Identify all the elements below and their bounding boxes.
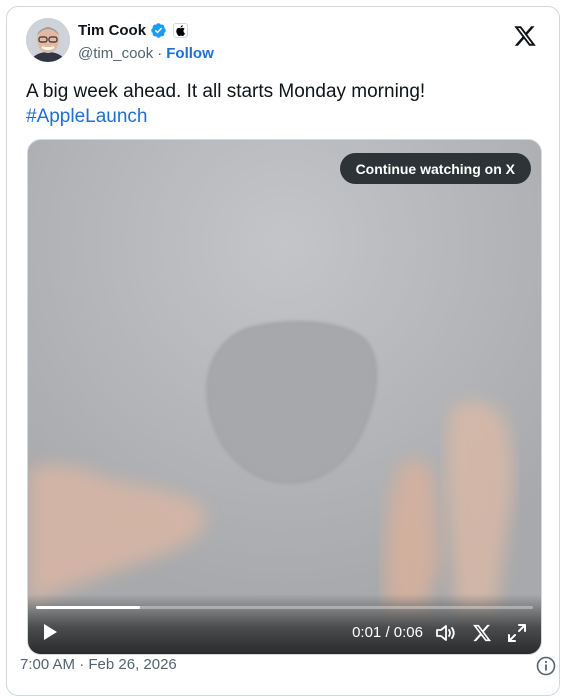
separator-dot: · [157,45,163,62]
author-name[interactable]: Tim Cook [78,22,146,39]
volume-icon[interactable] [435,623,457,643]
time-display: 0:01 / 0:06 [352,624,423,641]
continue-watching-button[interactable]: Continue watching on X [339,153,531,184]
time-separator: / [385,624,390,641]
video-frame [28,140,541,654]
tweet-body: A big week ahead. It all starts Monday m… [26,81,426,102]
tweet-header: Tim Cook @tim_cook · Follow [26,18,543,68]
play-icon[interactable] [40,622,60,642]
tweet-timestamp[interactable]: 7:00 AM · Feb 26, 2026 [20,656,177,673]
avatar[interactable] [26,18,70,62]
author-handle[interactable]: @tim_cook [78,45,153,62]
verified-badge-icon [151,23,166,38]
handle-row: @tim_cook · Follow [78,45,214,62]
x-logo-icon[interactable] [513,24,537,48]
video-controls: 0:01 / 0:06 [28,594,541,654]
fullscreen-icon[interactable] [507,623,527,643]
video-player[interactable]: Continue watching on X 0:01 / 0:06 [27,139,542,655]
name-row: Tim Cook [78,22,189,39]
current-time: 0:01 [352,624,382,641]
follow-button[interactable]: Follow [166,45,214,62]
tweet-text: A big week ahead. It all starts Monday m… [26,79,546,129]
progress-fill [36,606,141,609]
x-logo-icon[interactable] [472,623,492,643]
hashtag-link[interactable]: #AppleLaunch [26,104,546,129]
duration: 0:06 [393,624,423,641]
avatar-image [26,18,70,62]
progress-bar[interactable] [36,606,533,609]
embedded-tweet-card: Tim Cook @tim_cook · Follow A big week a… [6,6,560,696]
apple-logo-icon [173,23,189,38]
info-icon[interactable] [536,656,556,676]
